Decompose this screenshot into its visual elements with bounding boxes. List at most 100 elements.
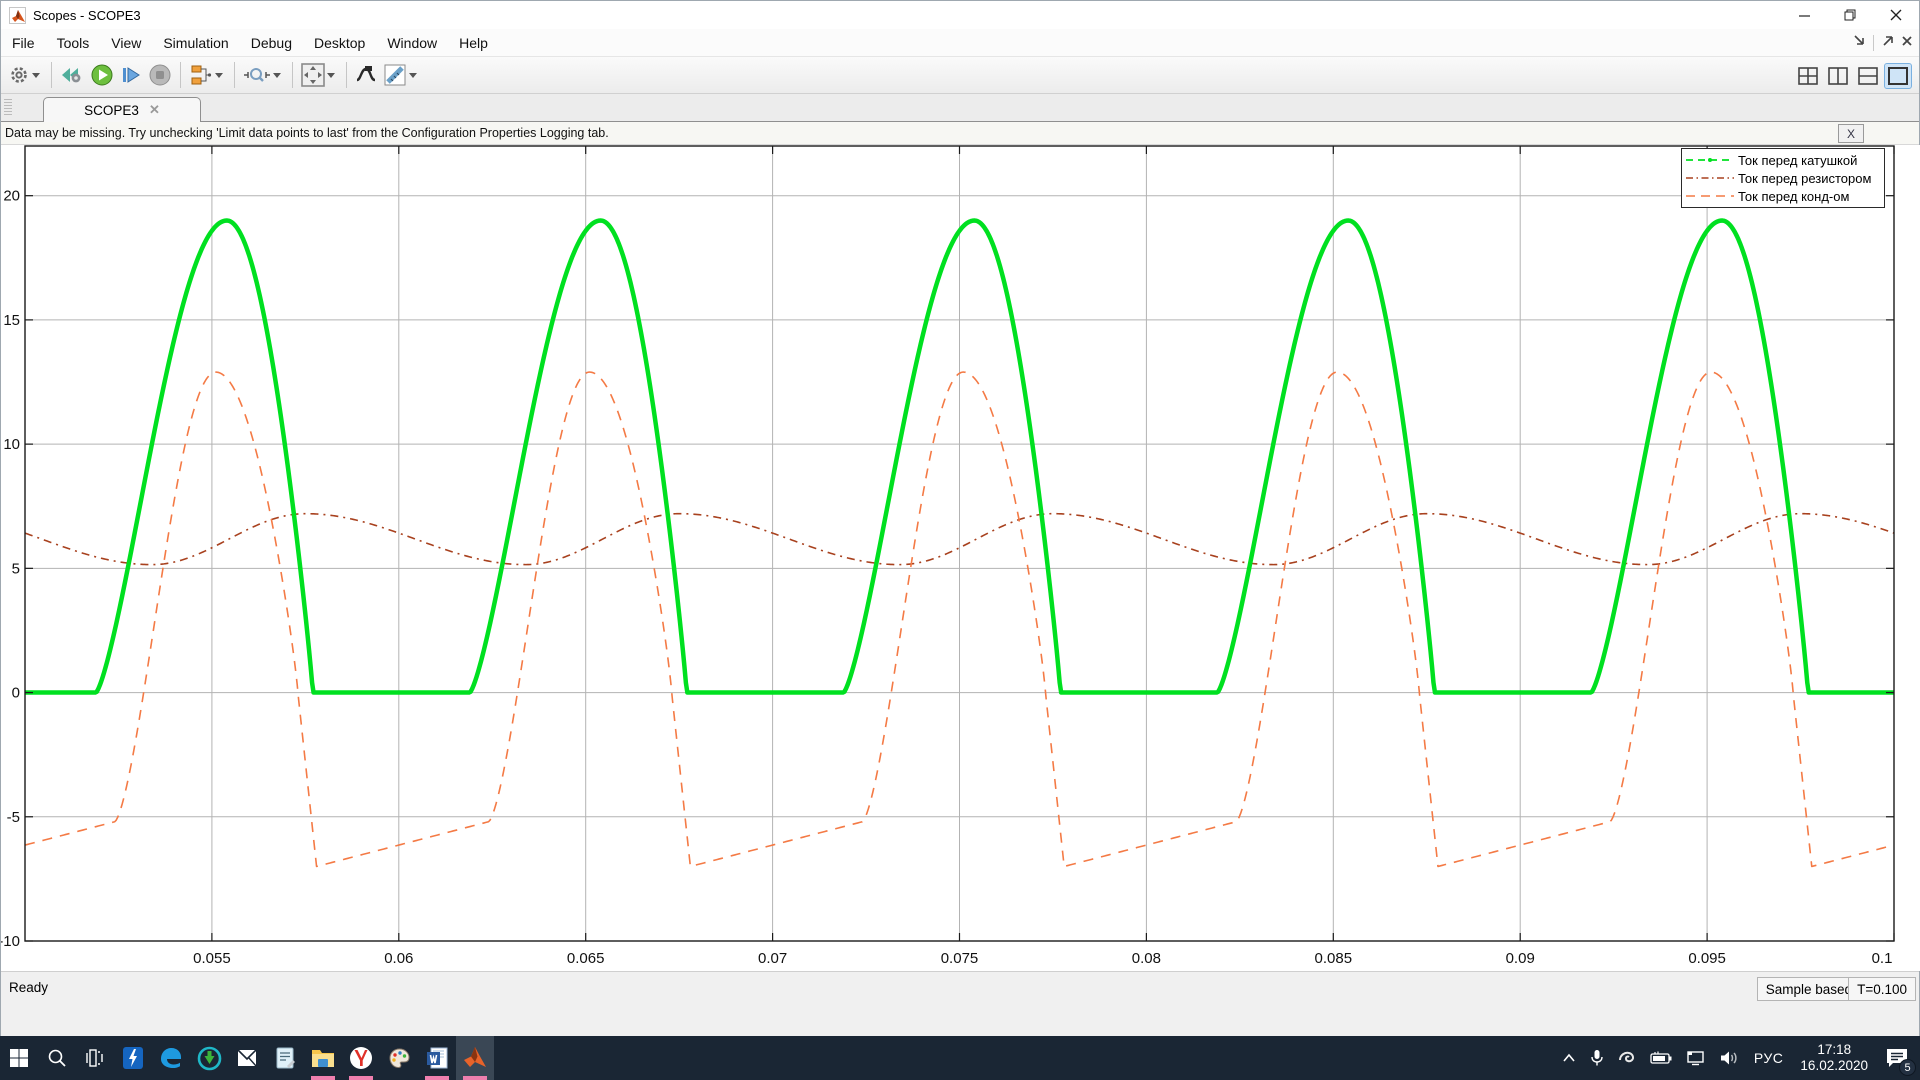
toolbar [1,57,1919,94]
menu-window[interactable]: Window [376,31,448,55]
running-indicator [311,1076,335,1080]
legend-row-capacitor: Ток перед конд-ом [1682,187,1884,205]
tab-label: SCOPE3 [84,103,139,118]
toolbar-separator [346,62,347,88]
legend-row-coil: Ток перед катушкой [1682,151,1884,169]
tray-language-indicator[interactable]: РУС [1749,1036,1789,1080]
dropdown-caret-icon[interactable] [273,73,281,78]
y-tick-label: -5 [7,809,20,826]
taskbar-mail-icon[interactable] [228,1036,266,1080]
status-sim-time: T=0.100 [1848,977,1916,1001]
step-forward-icon[interactable] [117,61,145,89]
tabstrip-grip-handle[interactable] [4,99,12,117]
taskbar-app-downloader[interactable] [190,1036,228,1080]
taskbar-file-explorer-icon[interactable] [304,1036,342,1080]
restore-button[interactable] [1827,1,1873,29]
window-title: Scopes - SCOPE3 [33,8,141,23]
undock-icon[interactable] [1881,34,1894,52]
toolbar-separator [180,62,181,88]
back-to-simulink-icon[interactable] [57,61,87,89]
warning-text: Data may be missing. Try unchecking 'Lim… [1,126,609,140]
dropdown-caret-icon[interactable] [215,73,223,78]
x-tick-label: 0.1 [1872,950,1893,967]
tray-volume-icon[interactable] [1715,1036,1745,1080]
x-tick-label: 0.095 [1688,950,1726,967]
menu-help[interactable]: Help [448,31,499,55]
toolbar-separator [51,62,52,88]
highlight-block-icon[interactable] [186,61,229,89]
tray-clock[interactable]: 17:1816.02.2020 [1792,1036,1876,1080]
warning-close-button[interactable]: X [1838,124,1864,143]
title-bar[interactable]: Scopes - SCOPE3 [1,1,1919,29]
x-tick-label: 0.065 [567,950,605,967]
tray-chevron-icon[interactable] [1557,1036,1581,1080]
stop-button-icon[interactable] [145,61,175,89]
legend-label-resistor: Ток перед резистором [1738,171,1871,186]
dropdown-caret-icon[interactable] [32,73,40,78]
notification-center-icon[interactable]: 5 [1880,1036,1914,1080]
x-tick-label: 0.055 [193,950,231,967]
taskbar-edge-icon[interactable] [152,1036,190,1080]
task-view-icon[interactable] [76,1036,114,1080]
y-tick-label: 5 [12,560,20,577]
dropdown-caret-icon[interactable] [409,73,417,78]
menu-file[interactable]: File [1,31,46,55]
tray-app-swirl-icon[interactable] [1613,1036,1641,1080]
toolbar-separator [292,62,293,88]
layout-grid-button[interactable] [1795,64,1821,88]
notification-badge: 5 [1899,1059,1916,1076]
legend-line-coil-icon [1682,152,1738,168]
taskbar-yandex-icon[interactable] [342,1036,380,1080]
layout-vertical-split-button[interactable] [1825,64,1851,88]
taskbar-paint-icon[interactable] [380,1036,418,1080]
toolbar-separator [234,62,235,88]
tray-battery-icon[interactable] [1645,1036,1677,1080]
triggers-icon[interactable] [352,61,380,89]
menu-desktop[interactable]: Desktop [303,31,376,55]
tray-date: 16.02.2020 [1800,1058,1868,1074]
start-button[interactable] [0,1036,38,1080]
fit-to-view-icon[interactable] [298,61,341,89]
x-tick-label: 0.07 [758,950,787,967]
tab-close-icon[interactable]: ✕ [149,102,160,118]
menu-simulation[interactable]: Simulation [152,31,239,55]
dock-icon[interactable] [1853,34,1866,52]
windows-taskbar: РУС 17:1816.02.2020 5 [0,1036,1920,1080]
status-sample-mode: Sample based [1757,977,1861,1001]
taskbar-app-lightning[interactable] [114,1036,152,1080]
close-panel-icon[interactable] [1901,34,1913,52]
menu-debug[interactable]: Debug [240,31,303,55]
scope-plot-svg[interactable]: 0.0550.060.0650.070.0750.080.0850.090.09… [1,145,1920,971]
y-tick-label: 0 [12,685,20,702]
x-tick-label: 0.09 [1506,950,1535,967]
running-indicator [463,1076,487,1080]
scope-plot-area[interactable]: 0.0550.060.0650.070.0750.080.0850.090.09… [1,145,1920,971]
close-button[interactable] [1873,1,1919,29]
minimize-button[interactable] [1781,1,1827,29]
layout-horizontal-split-button[interactable] [1855,64,1881,88]
legend[interactable]: Ток перед катушкой Ток перед резистором … [1681,148,1885,208]
cursor-measurements-icon[interactable] [380,61,423,89]
menu-view[interactable]: View [100,31,152,55]
y-tick-label: -10 [1,933,20,950]
taskbar-word-icon[interactable] [418,1036,456,1080]
taskbar-matlab-icon[interactable] [456,1036,494,1080]
taskbar-notepad-icon[interactable] [266,1036,304,1080]
menu-tools[interactable]: Tools [46,31,101,55]
dropdown-caret-icon[interactable] [327,73,335,78]
scope-window: Scopes - SCOPE3 File Tools View Simulati… [0,0,1920,1036]
menu-bar: File Tools View Simulation Debug Desktop… [1,29,1919,57]
tab-scope3[interactable]: SCOPE3 ✕ [43,97,201,122]
tray-time: 17:18 [1800,1042,1868,1058]
tray-microphone-icon[interactable] [1585,1036,1609,1080]
config-properties-gear-icon[interactable] [5,61,46,89]
tab-strip: SCOPE3 ✕ [1,94,1919,122]
layout-single-button[interactable] [1885,64,1911,88]
tray-network-icon[interactable] [1681,1036,1711,1080]
search-icon[interactable] [38,1036,76,1080]
zoom-x-icon[interactable] [240,61,287,89]
x-tick-label: 0.085 [1315,950,1353,967]
y-tick-label: 10 [3,436,20,453]
legend-label-coil: Ток перед катушкой [1738,153,1857,168]
run-button-icon[interactable] [87,61,117,89]
